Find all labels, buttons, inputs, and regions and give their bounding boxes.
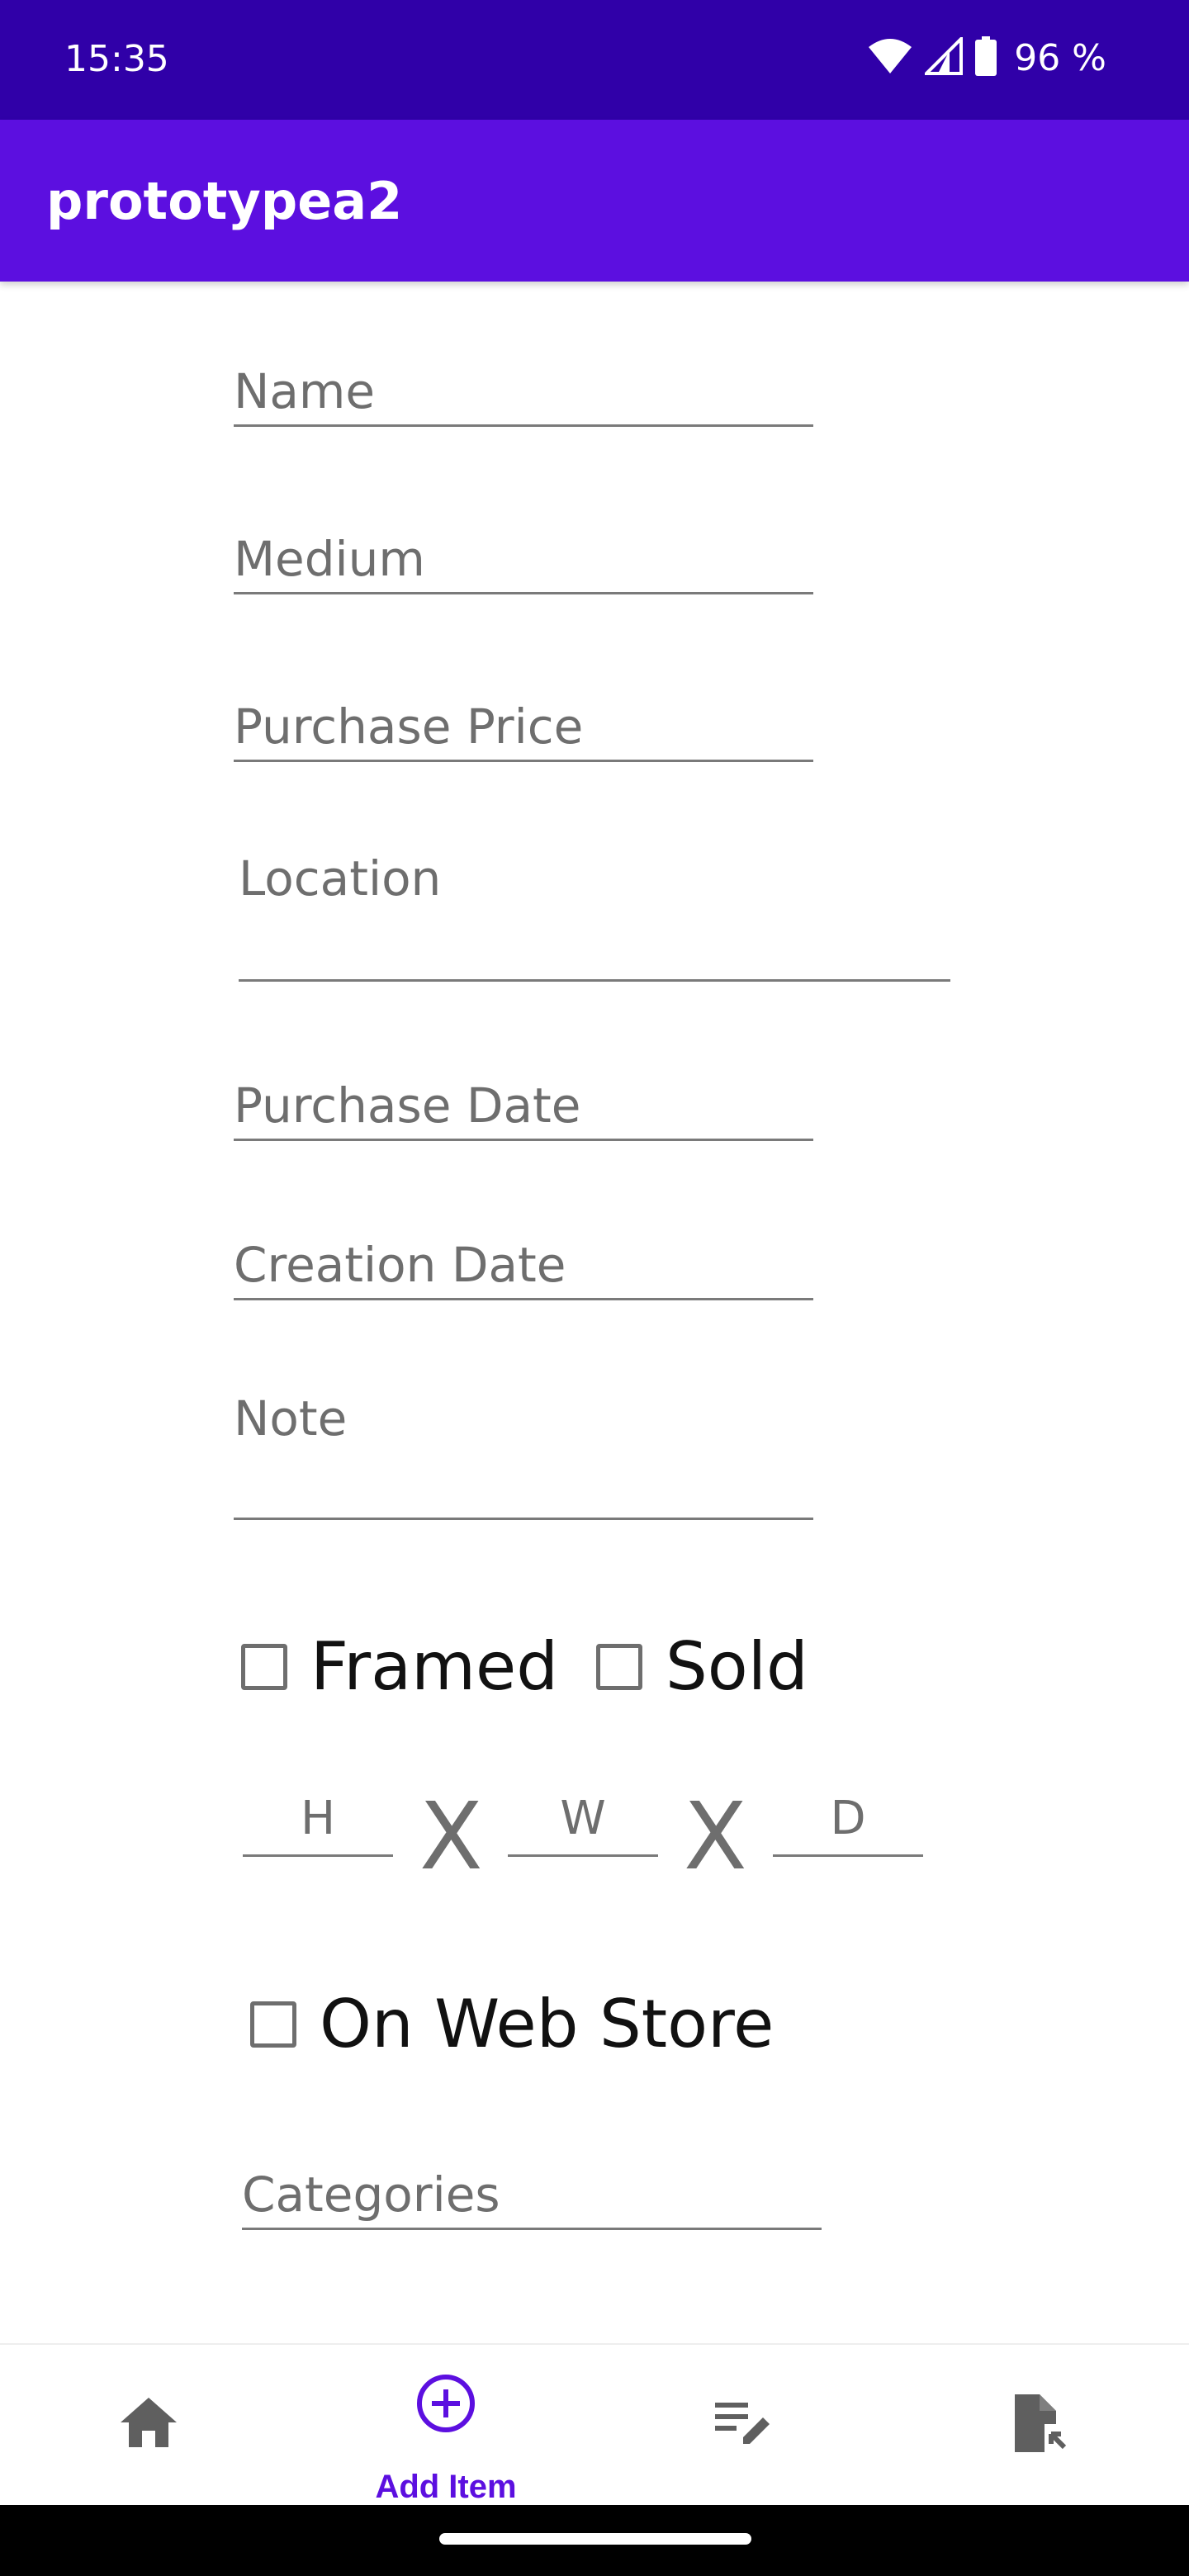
framed-checkbox[interactable]: Framed (241, 1628, 558, 1705)
categories-placeholder: Categories (242, 2166, 500, 2223)
home-icon (0, 2396, 297, 2453)
bottom-navigation: Add Item (0, 2343, 1189, 2507)
depth-placeholder: D (830, 1792, 866, 1845)
app-title: prototypea2 (46, 171, 403, 231)
status-bar: 15:35 96 % (0, 0, 1189, 120)
nav-add-item[interactable]: Add Item (297, 2345, 594, 2507)
nav-add-item-label: Add Item (375, 2469, 517, 2505)
location-placeholder: Location (239, 850, 442, 907)
cell-signal-icon (922, 34, 964, 79)
status-icons: 96 % (867, 33, 1106, 83)
file-export-icon (892, 2391, 1189, 2458)
creation-date-input[interactable]: Creation Date (234, 1220, 813, 1300)
on-web-store-label: On Web Store (320, 1986, 775, 2062)
battery-icon (974, 36, 997, 80)
status-time: 15:35 (64, 38, 169, 80)
purchase-date-input[interactable]: Purchase Date (234, 1061, 813, 1141)
add-circle-icon (297, 2373, 594, 2438)
name-placeholder: Name (234, 363, 376, 419)
purchase-price-placeholder: Purchase Price (234, 698, 584, 755)
on-web-store-checkbox[interactable]: On Web Store (250, 1986, 774, 2062)
note-input[interactable]: Note (234, 1374, 813, 1520)
framed-checkbox-box[interactable] (241, 1643, 287, 1690)
name-input[interactable]: Name (234, 347, 813, 427)
system-navigation-bar (0, 2505, 1189, 2576)
dimension-separator: X (419, 1783, 483, 1891)
sold-label: Sold (666, 1628, 808, 1705)
nav-home[interactable] (0, 2345, 297, 2507)
on-web-store-checkbox-box[interactable] (250, 2001, 296, 2048)
dimension-separator: X (684, 1783, 747, 1891)
creation-date-placeholder: Creation Date (234, 1237, 566, 1293)
height-input[interactable]: H (243, 1783, 393, 1857)
note-placeholder: Note (234, 1390, 348, 1447)
wifi-icon (867, 37, 913, 79)
height-placeholder: H (300, 1792, 336, 1845)
width-placeholder: W (560, 1792, 606, 1845)
medium-input[interactable]: Medium (234, 514, 813, 594)
battery-percent: 96 % (1014, 36, 1106, 79)
location-input[interactable]: Location (239, 834, 950, 982)
app-bar: prototypea2 (0, 120, 1189, 282)
edit-list-icon (594, 2399, 892, 2451)
sold-checkbox[interactable]: Sold (596, 1628, 808, 1705)
purchase-price-input[interactable]: Purchase Price (234, 682, 813, 762)
width-input[interactable]: W (508, 1783, 658, 1857)
purchase-date-placeholder: Purchase Date (234, 1077, 581, 1134)
sold-checkbox-box[interactable] (596, 1643, 642, 1690)
depth-input[interactable]: D (773, 1783, 923, 1857)
home-gesture-handle[interactable] (439, 2533, 751, 2545)
nav-edit-list[interactable] (594, 2345, 892, 2507)
categories-input[interactable]: Categories (242, 2150, 822, 2230)
medium-placeholder: Medium (234, 531, 425, 587)
nav-export[interactable] (892, 2345, 1189, 2507)
framed-label: Framed (310, 1628, 559, 1705)
